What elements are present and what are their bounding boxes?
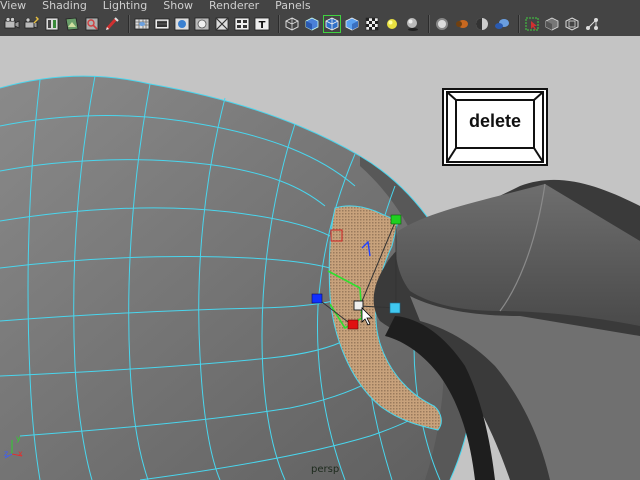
grid-icon[interactable] bbox=[134, 16, 150, 32]
resolution-gate-icon[interactable] bbox=[174, 16, 190, 32]
delete-key-overlay: delete bbox=[442, 88, 548, 166]
panel-menu-bar: View Shading Lighting Show Renderer Pane… bbox=[0, 0, 640, 12]
default-material-icon[interactable] bbox=[344, 16, 360, 32]
two-d-pan-zoom-icon[interactable] bbox=[84, 16, 100, 32]
axis-label-x: x bbox=[18, 449, 23, 458]
camera-name-label: persp bbox=[311, 464, 340, 475]
delete-key-label: delete bbox=[468, 111, 522, 131]
toolbar-separator bbox=[278, 15, 280, 33]
menu-shading[interactable]: Shading bbox=[42, 0, 87, 12]
depth-of-field-icon[interactable] bbox=[494, 16, 510, 32]
field-chart-icon[interactable] bbox=[214, 16, 230, 32]
isolate-select-icon[interactable] bbox=[524, 16, 540, 32]
screen-space-ao-icon[interactable] bbox=[434, 16, 450, 32]
svg-text:T: T bbox=[259, 20, 266, 31]
menu-renderer[interactable]: Renderer bbox=[209, 0, 259, 12]
select-camera-icon[interactable] bbox=[4, 16, 20, 32]
xray-joints-icon[interactable] bbox=[584, 16, 600, 32]
manipulator-handle-z[interactable] bbox=[311, 293, 323, 304]
manipulator-handle-center[interactable] bbox=[389, 302, 401, 314]
xray-icon[interactable] bbox=[544, 16, 560, 32]
menu-show[interactable]: Show bbox=[163, 0, 193, 12]
menu-view[interactable]: View bbox=[0, 0, 26, 12]
use-all-lights-icon[interactable] bbox=[384, 16, 400, 32]
xray-active-components-icon[interactable] bbox=[564, 16, 580, 32]
maya-app: View Shading Lighting Show Renderer Pane… bbox=[0, 0, 640, 480]
smooth-shade-icon[interactable] bbox=[304, 16, 320, 32]
toolbar-separator bbox=[518, 15, 520, 33]
bookmark-icon[interactable] bbox=[44, 16, 60, 32]
axis-label-y: y bbox=[16, 434, 21, 443]
perspective-viewport[interactable]: delete y z x persp bbox=[0, 36, 640, 480]
axis-label-z: z bbox=[4, 449, 9, 458]
motion-blur-icon[interactable] bbox=[454, 16, 470, 32]
manipulator-handle-x[interactable] bbox=[347, 319, 359, 330]
manipulator-handle-y[interactable] bbox=[390, 214, 402, 225]
wireframe-icon[interactable] bbox=[284, 16, 300, 32]
menu-lighting[interactable]: Lighting bbox=[103, 0, 147, 12]
grease-pencil-icon[interactable] bbox=[104, 16, 120, 32]
lock-camera-icon[interactable] bbox=[24, 16, 40, 32]
multisample-aa-icon[interactable] bbox=[474, 16, 490, 32]
shadows-icon[interactable] bbox=[404, 16, 420, 32]
image-plane-icon[interactable] bbox=[64, 16, 80, 32]
textured-icon[interactable] bbox=[364, 16, 380, 32]
menu-panels[interactable]: Panels bbox=[275, 0, 310, 12]
safe-title-icon[interactable]: T bbox=[254, 16, 270, 32]
film-gate-icon[interactable] bbox=[154, 16, 170, 32]
gate-mask-icon[interactable] bbox=[194, 16, 210, 32]
safe-action-icon[interactable] bbox=[234, 16, 250, 32]
panel-toolbar: T bbox=[0, 12, 640, 36]
toolbar-separator bbox=[128, 15, 130, 33]
wireframe-on-shaded-icon[interactable] bbox=[323, 15, 341, 33]
toolbar-separator bbox=[428, 15, 430, 33]
